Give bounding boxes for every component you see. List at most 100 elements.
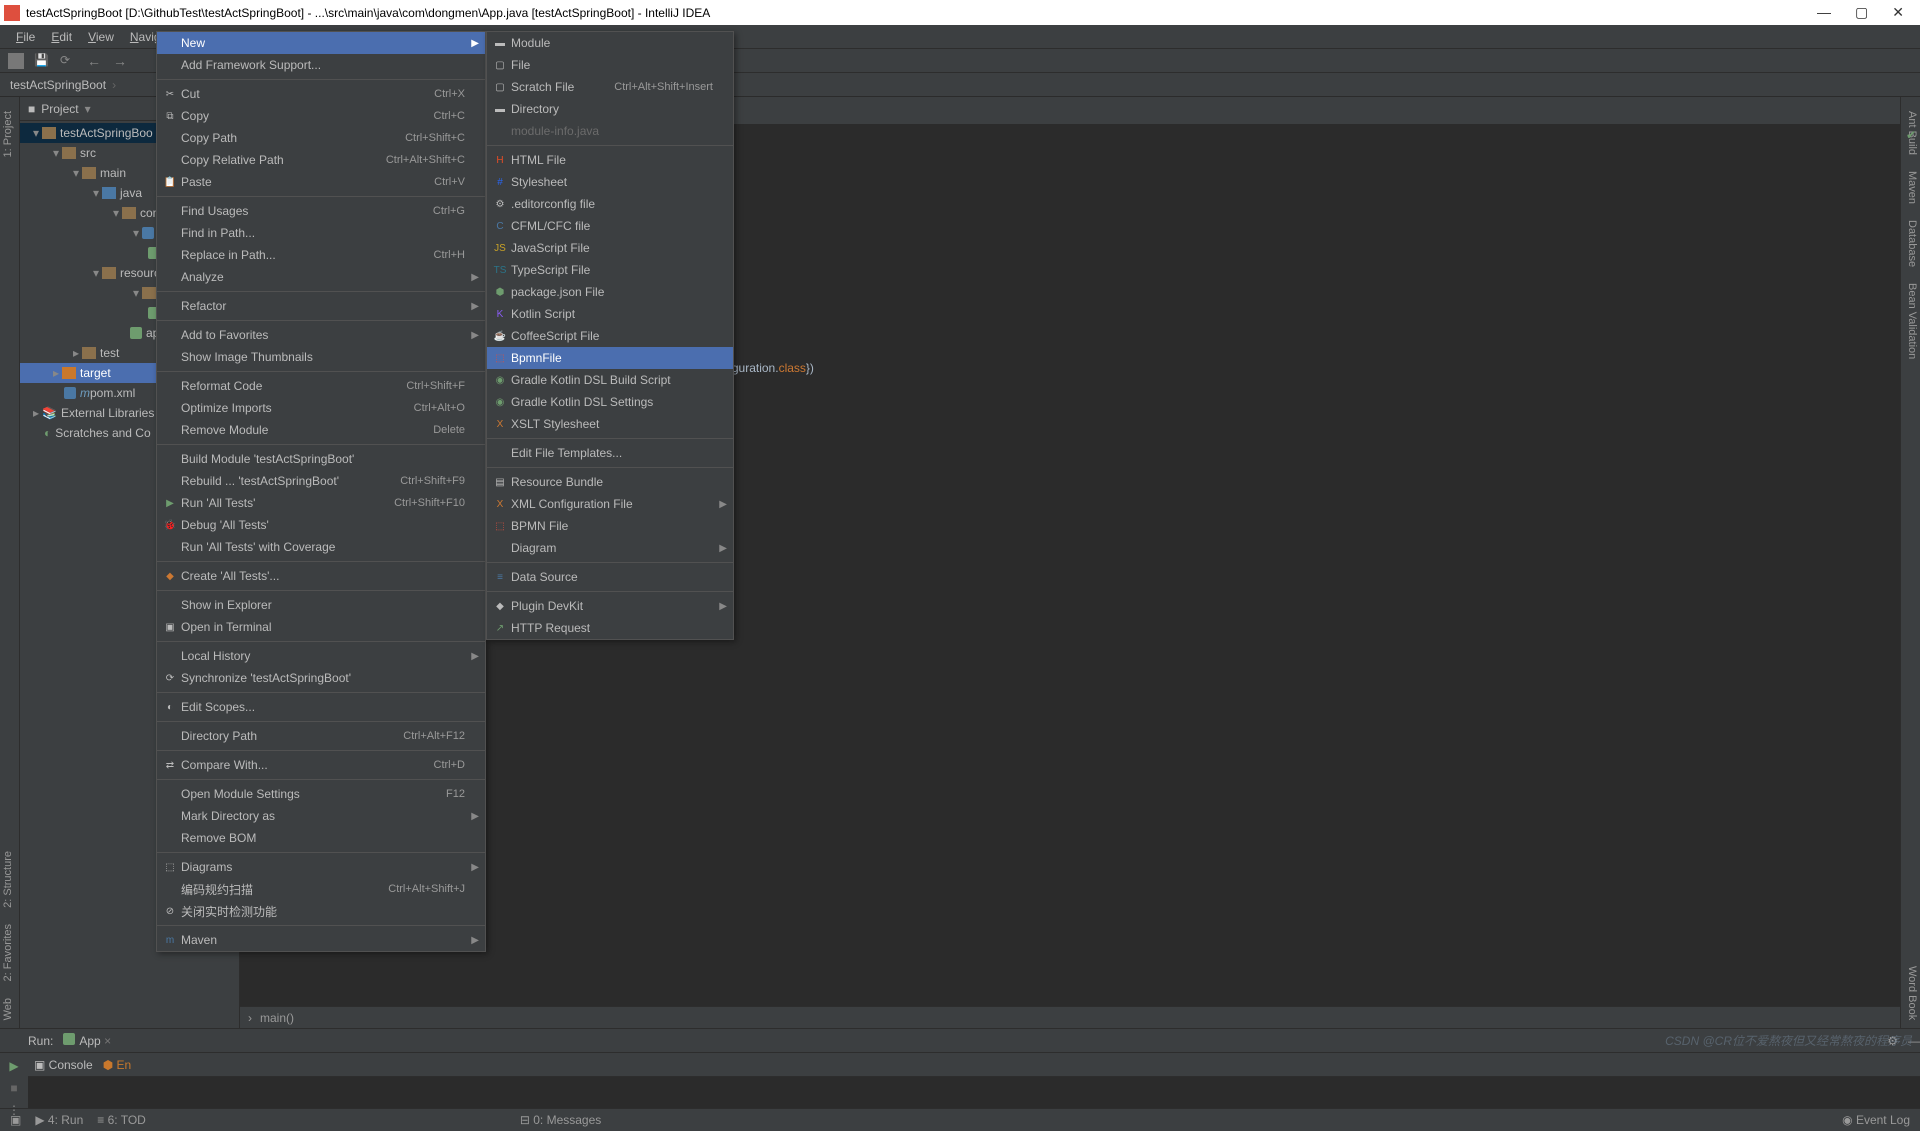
menu-item[interactable]: Optimize ImportsCtrl+Alt+O bbox=[157, 397, 485, 419]
menu-item[interactable]: ⚙.editorconfig file bbox=[487, 193, 733, 215]
menu-item[interactable]: Copy Relative PathCtrl+Alt+Shift+C bbox=[157, 149, 485, 171]
menu-item[interactable]: Local History▶ bbox=[157, 645, 485, 667]
menu-item[interactable]: Rebuild ... 'testActSpringBoot'Ctrl+Shif… bbox=[157, 470, 485, 492]
menu-item[interactable]: JSJavaScript File bbox=[487, 237, 733, 259]
forward-icon[interactable]: → bbox=[112, 53, 128, 69]
menu-item[interactable]: Show Image Thumbnails bbox=[157, 346, 485, 368]
menu-item[interactable]: Find UsagesCtrl+G bbox=[157, 200, 485, 222]
menu-item[interactable]: Show in Explorer bbox=[157, 594, 485, 616]
bc-root[interactable]: › bbox=[248, 1011, 252, 1025]
menu-item[interactable]: ◆Plugin DevKit▶ bbox=[487, 595, 733, 617]
editor-breadcrumb: › main() bbox=[240, 1006, 1900, 1028]
menu-item[interactable]: Replace in Path...Ctrl+H bbox=[157, 244, 485, 266]
menu-item[interactable]: 🐞Debug 'All Tests' bbox=[157, 514, 485, 536]
menu-item[interactable]: ◐Edit Scopes... bbox=[157, 696, 485, 718]
menu-item[interactable]: ▶Run 'All Tests'Ctrl+Shift+F10 bbox=[157, 492, 485, 514]
rail-favorites[interactable]: 2: Favorites bbox=[0, 916, 19, 989]
menu-item[interactable]: ◉Gradle Kotlin DSL Settings bbox=[487, 391, 733, 413]
menu-item[interactable]: HHTML File bbox=[487, 149, 733, 171]
menu-item[interactable]: Build Module 'testActSpringBoot' bbox=[157, 448, 485, 470]
menu-item[interactable]: ◆Create 'All Tests'... bbox=[157, 565, 485, 587]
menu-item[interactable]: ≡Data Source bbox=[487, 566, 733, 588]
menu-item[interactable]: New▶ bbox=[157, 32, 485, 54]
run-config[interactable]: App × bbox=[63, 1033, 111, 1048]
status-todo[interactable]: ≡ 6: TOD bbox=[97, 1113, 146, 1127]
menu-file[interactable]: File bbox=[8, 30, 43, 44]
menu-item[interactable]: KKotlin Script bbox=[487, 303, 733, 325]
menu-item[interactable]: ▬Directory bbox=[487, 98, 733, 120]
menu-item[interactable]: ▢File bbox=[487, 54, 733, 76]
menu-item[interactable]: ⇄Compare With...Ctrl+D bbox=[157, 754, 485, 776]
menu-item[interactable]: Analyze▶ bbox=[157, 266, 485, 288]
menu-item[interactable]: Add Framework Support... bbox=[157, 54, 485, 76]
menu-item[interactable]: ⬚Diagrams▶ bbox=[157, 856, 485, 878]
menu-item[interactable]: XXML Configuration File▶ bbox=[487, 493, 733, 515]
menu-item[interactable]: ↗HTTP Request bbox=[487, 617, 733, 639]
sidebar-title: Project bbox=[41, 102, 78, 116]
menu-item[interactable]: Remove BOM bbox=[157, 827, 485, 849]
menu-item[interactable]: 编码规约扫描Ctrl+Alt+Shift+J bbox=[157, 878, 485, 900]
menu-edit[interactable]: Edit bbox=[43, 30, 80, 44]
check-icon: ✔ bbox=[1906, 128, 1916, 142]
menu-item[interactable]: ⊘关闭实时检测功能 bbox=[157, 900, 485, 922]
menu-item[interactable]: ▢Scratch FileCtrl+Alt+Shift+Insert bbox=[487, 76, 733, 98]
menu-item[interactable]: ☕CoffeeScript File bbox=[487, 325, 733, 347]
close-button[interactable]: ✕ bbox=[1892, 4, 1904, 21]
menu-item[interactable]: Run 'All Tests' with Coverage bbox=[157, 536, 485, 558]
menu-item[interactable]: ▬Module bbox=[487, 32, 733, 54]
menu-item[interactable]: Reformat CodeCtrl+Shift+F bbox=[157, 375, 485, 397]
breadcrumb-item[interactable]: testActSpringBoot bbox=[10, 78, 106, 92]
rail-wordbook[interactable]: Word Book bbox=[1901, 958, 1920, 1028]
rail-structure[interactable]: 2: Structure bbox=[0, 843, 19, 916]
menu-item[interactable]: ⧉CopyCtrl+C bbox=[157, 105, 485, 127]
menu-item[interactable]: Diagram▶ bbox=[487, 537, 733, 559]
menu-item[interactable]: Refactor▶ bbox=[157, 295, 485, 317]
rail-project[interactable]: 1: Project bbox=[0, 103, 19, 165]
status-eventlog[interactable]: ◉ Event Log bbox=[1842, 1113, 1910, 1127]
menu-item[interactable]: Open Module SettingsF12 bbox=[157, 783, 485, 805]
menu-item[interactable]: ✂CutCtrl+X bbox=[157, 83, 485, 105]
menu-item[interactable]: TSTypeScript File bbox=[487, 259, 733, 281]
menu-item[interactable]: ⟳Synchronize 'testActSpringBoot' bbox=[157, 667, 485, 689]
minimize-button[interactable]: — bbox=[1817, 4, 1831, 21]
menu-item[interactable]: 📋PasteCtrl+V bbox=[157, 171, 485, 193]
menu-item[interactable]: module-info.java bbox=[487, 120, 733, 142]
chevron-down-icon[interactable]: ▾ bbox=[85, 102, 91, 116]
sync-icon[interactable]: ⟳ bbox=[60, 53, 76, 69]
menu-item[interactable]: mMaven▶ bbox=[157, 929, 485, 951]
run-bar: Run: App × ⚙ — bbox=[0, 1028, 1920, 1052]
menu-item[interactable]: ⬢package.json File bbox=[487, 281, 733, 303]
menu-item[interactable]: ⬚BPMN File bbox=[487, 515, 733, 537]
rail-database[interactable]: Database bbox=[1901, 212, 1920, 275]
rail-bean[interactable]: Bean Validation bbox=[1901, 275, 1920, 367]
status-run[interactable]: ▶ 4: Run bbox=[35, 1113, 83, 1127]
menu-item[interactable]: Copy PathCtrl+Shift+C bbox=[157, 127, 485, 149]
status-messages[interactable]: ⊟ 0: Messages bbox=[520, 1113, 601, 1127]
rail-web[interactable]: Web bbox=[0, 990, 19, 1028]
endpoints-tab[interactable]: ⬢ En bbox=[103, 1058, 132, 1072]
console-tab[interactable]: ▣ Console bbox=[34, 1058, 93, 1072]
menu-item[interactable]: ▤Resource Bundle bbox=[487, 471, 733, 493]
rail-maven[interactable]: Maven bbox=[1901, 163, 1920, 212]
menu-item[interactable]: Remove ModuleDelete bbox=[157, 419, 485, 441]
menu-item[interactable]: Mark Directory as▶ bbox=[157, 805, 485, 827]
menu-item[interactable]: Directory PathCtrl+Alt+F12 bbox=[157, 725, 485, 747]
back-icon[interactable]: ← bbox=[86, 53, 102, 69]
play-icon[interactable]: ▶ bbox=[9, 1059, 18, 1073]
menu-item[interactable]: XXSLT Stylesheet bbox=[487, 413, 733, 435]
menu-view[interactable]: View bbox=[80, 30, 122, 44]
menu-item[interactable]: ⬚BpmnFile bbox=[487, 347, 733, 369]
save-icon[interactable]: 💾 bbox=[34, 53, 50, 69]
menu-item[interactable]: CCFML/CFC file bbox=[487, 215, 733, 237]
open-icon[interactable] bbox=[8, 53, 24, 69]
menu-item[interactable]: Add to Favorites▶ bbox=[157, 324, 485, 346]
bc-main[interactable]: main() bbox=[260, 1011, 294, 1025]
menu-item[interactable]: Edit File Templates... bbox=[487, 442, 733, 464]
menu-item[interactable]: #Stylesheet bbox=[487, 171, 733, 193]
status-windows-icon[interactable]: ▣ bbox=[10, 1113, 21, 1127]
maximize-button[interactable]: ▢ bbox=[1855, 4, 1868, 21]
menu-item[interactable]: Find in Path... bbox=[157, 222, 485, 244]
menu-item[interactable]: ◉Gradle Kotlin DSL Build Script bbox=[487, 369, 733, 391]
stop-icon[interactable]: ■ bbox=[10, 1081, 17, 1095]
menu-item[interactable]: ▣Open in Terminal bbox=[157, 616, 485, 638]
